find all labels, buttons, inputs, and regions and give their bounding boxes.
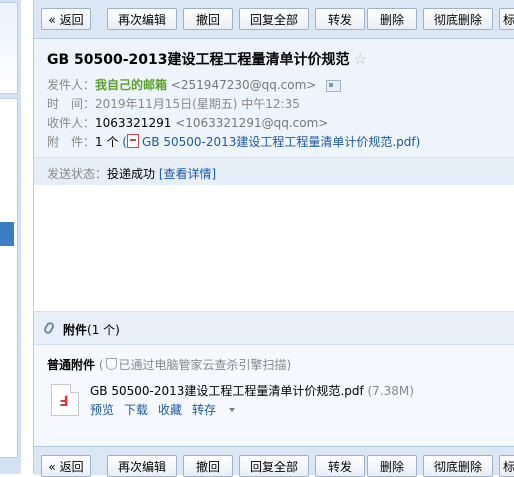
pdf-icon	[126, 134, 139, 148]
attachment-file-name-row: GB 50500-2013建设工程工程量清单计价规范.pdf (7.38M)	[90, 382, 414, 399]
shield-icon	[105, 358, 117, 370]
recipient-name[interactable]: 1063321291	[95, 116, 171, 130]
sidebar-selected-item[interactable]	[0, 222, 14, 246]
bottom-toolbar: « 返回 再次编辑 撤回 回复全部 转发 删除 彻底删除 标	[34, 446, 514, 477]
recipient-address: <1063321291@qq.com>	[175, 116, 329, 130]
mail-body	[34, 185, 514, 311]
time-value: 2019年11月15日(星期五) 中午12:35	[95, 97, 300, 111]
sidebar-panel-folders	[0, 98, 18, 458]
recipient-label: 收件人：	[47, 116, 96, 130]
mail-header: GB 50500-2013建设工程工程量清单计价规范 ☆ 发件人：我自己的邮箱 <…	[34, 39, 514, 185]
sender-address: <251947230@qq.com>	[170, 78, 317, 92]
sender-name[interactable]: 我自己的邮箱	[95, 78, 167, 92]
scan-note-open: (	[98, 358, 104, 372]
mail-subject: GB 50500-2013建设工程工程量清单计价规范 ☆	[47, 49, 367, 69]
chevron-down-icon	[229, 408, 236, 412]
attachment-file-name[interactable]: GB 50500-2013建设工程工程量清单计价规范.pdf	[90, 384, 364, 398]
attachment-section-header: 附件(1 个)	[34, 312, 514, 345]
recall-button[interactable]: 撤回	[183, 8, 233, 30]
star-icon[interactable]: ☆	[354, 50, 367, 68]
attachment-title: 附件	[63, 323, 88, 337]
normal-attachment-label: 普通附件	[47, 358, 96, 372]
paperclip-icon	[42, 320, 56, 336]
re-edit-button[interactable]: 再次编辑	[107, 8, 177, 30]
back-button[interactable]: « 返回	[41, 8, 91, 30]
attachment-title-count: (1 个)	[87, 323, 120, 337]
mail-read-pane: « 返回 再次编辑 撤回 回复全部 转发 删除 彻底删除 标 GB 50500-…	[33, 0, 514, 477]
sidebar-edge	[0, 0, 21, 474]
send-status-row: 发送状态：投递成功 [查看详情]	[47, 165, 216, 182]
normal-attachment-heading: 普通附件 ( 已通过电脑管家云查杀引擎扫描)	[47, 356, 291, 373]
status-value: 投递成功	[107, 167, 156, 181]
sidebar-panel-top	[0, 2, 18, 94]
attachment-count: 1 个	[95, 135, 119, 149]
delete-button[interactable]: 删除	[367, 8, 417, 30]
attachment-actions: 预览 下载 收藏 转存	[90, 401, 255, 418]
sender-row: 发件人：我自己的邮箱 <251947230@qq.com>	[47, 76, 342, 93]
top-toolbar: « 返回 再次编辑 撤回 回复全部 转发 删除 彻底删除 标	[34, 0, 514, 39]
save-to-dropdown[interactable]: 转存	[192, 403, 245, 417]
sender-label: 发件人：	[47, 78, 96, 92]
status-detail-link[interactable]: [查看详情]	[159, 167, 216, 181]
download-link[interactable]: 下载	[124, 403, 148, 417]
attachment-link[interactable]: GB 50500-2013建设工程工程量清单计价规范.pdf	[142, 135, 416, 149]
time-row: 时 间：2019年11月15日(星期五) 中午12:35	[47, 95, 300, 112]
status-label: 发送状态：	[47, 167, 108, 181]
attachment-section: 附件(1 个) 普通附件 ( 已通过电脑管家云查杀引擎扫描) GB 50500-2…	[34, 311, 514, 446]
save-to-label: 转存	[192, 403, 217, 417]
more-button[interactable]: 标	[499, 8, 514, 30]
subject-text: GB 50500-2013建设工程工程量清单计价规范	[47, 52, 350, 68]
attachment-row: 附 件：1 个 (GB 50500-2013建设工程工程量清单计价规范.pdf)	[47, 133, 420, 150]
contact-card-icon[interactable]	[326, 79, 342, 92]
send-status-bar: 发送状态：投递成功 [查看详情]	[34, 157, 514, 185]
time-label: 时 间：	[47, 97, 96, 111]
preview-link[interactable]: 预览	[90, 403, 114, 417]
save-link[interactable]: 收藏	[158, 403, 182, 417]
recipient-row: 收件人：1063321291 <1063321291@qq.com>	[47, 114, 328, 131]
attachment-label: 附 件：	[47, 135, 96, 149]
scan-note: 已通过电脑管家云查杀引擎扫描)	[118, 358, 292, 372]
forward-button[interactable]: 转发	[315, 8, 365, 30]
attachment-file-size: (7.38M)	[367, 384, 414, 398]
delete-permanently-button[interactable]: 彻底删除	[423, 8, 493, 30]
attachment-paren-close: )	[415, 135, 421, 149]
attachment-section-title: 附件(1 个)	[63, 321, 120, 338]
pdf-file-icon[interactable]	[51, 384, 79, 416]
reply-all-button[interactable]: 回复全部	[239, 8, 309, 30]
